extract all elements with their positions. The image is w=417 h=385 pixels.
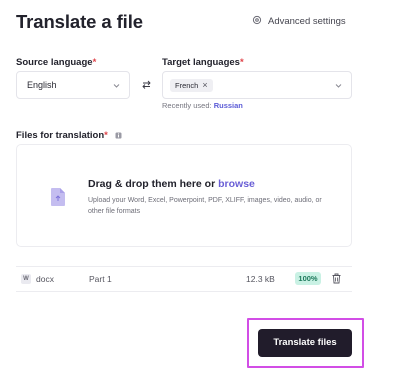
trash-icon[interactable] bbox=[332, 273, 341, 284]
page-title: Translate a file bbox=[16, 11, 143, 32]
chevron-down-icon bbox=[335, 84, 342, 88]
browse-link[interactable]: browse bbox=[218, 178, 255, 190]
files-label: Files for translation* bbox=[16, 130, 122, 141]
file-icon bbox=[51, 188, 65, 206]
swap-arrows-icon[interactable] bbox=[142, 80, 151, 89]
target-languages-select[interactable]: French × bbox=[162, 71, 352, 99]
source-language-label: Source language* bbox=[16, 57, 96, 68]
dropzone-subtitle: Upload your Word, Excel, Powerpoint, PDF… bbox=[88, 197, 322, 215]
dropzone-title: Drag & drop them here or browse bbox=[88, 178, 255, 190]
info-icon[interactable] bbox=[115, 132, 122, 139]
source-language-select[interactable]: English bbox=[16, 71, 130, 99]
gear-icon bbox=[252, 15, 262, 28]
file-type: docx bbox=[36, 274, 54, 284]
translate-file-page: Translate a file Advanced settings Sourc… bbox=[0, 0, 417, 385]
source-language-label-text: Source language bbox=[16, 57, 93, 68]
dropzone-title-text: Drag & drop them here or bbox=[88, 178, 219, 190]
translate-files-button[interactable]: Translate files bbox=[258, 329, 352, 357]
remove-chip-icon[interactable]: × bbox=[202, 80, 207, 90]
advanced-settings-link[interactable]: Advanced settings bbox=[252, 15, 346, 28]
file-size: 12.3 kB bbox=[246, 274, 275, 284]
source-language-value: English bbox=[27, 80, 57, 90]
recently-used: Recently used: Russian bbox=[162, 101, 243, 110]
required-mark: * bbox=[104, 130, 108, 141]
language-chip-label: French bbox=[175, 80, 199, 90]
required-mark: * bbox=[239, 57, 244, 68]
word-file-icon: W bbox=[21, 274, 31, 284]
recently-used-russian[interactable]: Russian bbox=[214, 101, 243, 110]
target-languages-label: Target languages* bbox=[162, 57, 244, 68]
files-label-text: Files for translation bbox=[16, 130, 105, 141]
language-chip-french: French × bbox=[170, 78, 213, 92]
recently-used-prefix: Recently used: bbox=[162, 101, 214, 110]
progress-badge: 100% bbox=[295, 272, 321, 285]
advanced-settings-label: Advanced settings bbox=[268, 16, 346, 27]
file-name: Part 1 bbox=[89, 274, 112, 284]
target-languages-label-text: Target languages bbox=[162, 57, 240, 68]
required-mark: * bbox=[92, 57, 97, 68]
chevron-down-icon bbox=[113, 84, 120, 88]
